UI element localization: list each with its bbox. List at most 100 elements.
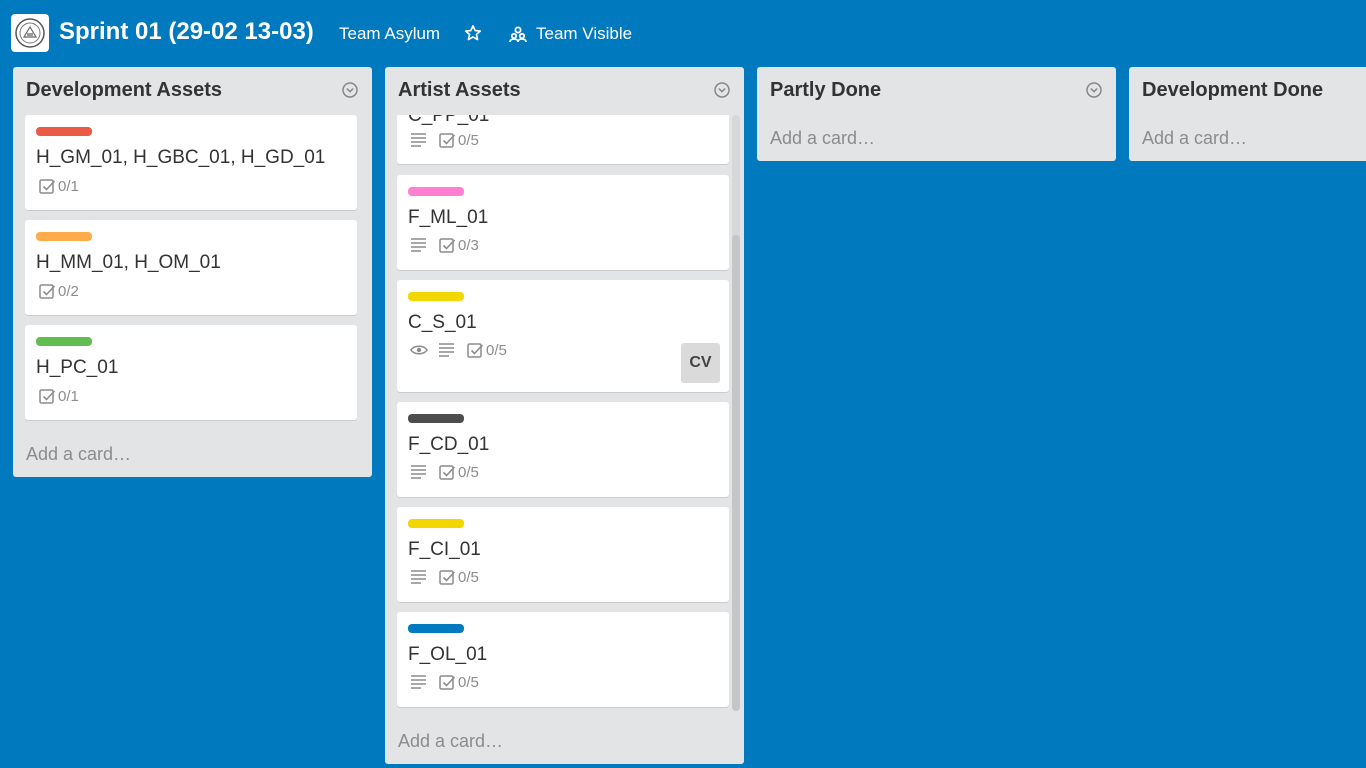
card-badges: 0/5 [410,568,479,586]
card[interactable]: F_ML_01 0/3 [397,175,729,270]
checklist-icon [39,389,56,404]
card-label [408,414,464,423]
card[interactable]: F_OL_01 0/5 [397,612,729,707]
checklist-icon [39,284,56,299]
checklist-icon [39,179,56,194]
card-label [408,187,464,196]
list-partly-done: Partly Done Add a card… [757,67,1116,161]
checklist-count: 0/2 [58,282,79,300]
member-avatar[interactable]: CV [681,343,720,383]
checklist-count: 0/5 [458,131,479,149]
checklist-badge: 0/2 [38,282,79,300]
checklist-count: 0/1 [58,387,79,405]
card-badges: 0/1 [38,177,79,195]
team-logo[interactable] [11,14,49,52]
scroll-thumb[interactable] [732,235,740,711]
checklist-count: 0/5 [458,463,479,481]
description-icon [411,465,426,479]
checklist-badge: 0/5 [438,673,479,691]
card[interactable]: H_PC_01 0/1 [25,325,357,420]
list-header: Development Done [1129,67,1366,113]
card-badges: 0/3 [410,236,479,254]
add-card-button[interactable]: Add a card… [26,444,131,465]
checklist-icon [439,675,456,690]
card-label [36,127,92,136]
checklist-badge: 0/5 [466,341,507,359]
board-title[interactable]: Sprint 01 (29-02 13-03) [59,18,314,46]
list-header: Development Assets [13,67,372,113]
checklist-icon [439,465,456,480]
checklist-icon [467,343,484,358]
checklist-badge: 0/5 [438,131,479,149]
card-label [36,337,92,346]
checklist-badge: 0/5 [438,568,479,586]
list-title[interactable]: Development Assets [26,79,222,102]
card-badges: 0/5 [410,673,479,691]
card-badges: 0/2 [38,282,79,300]
card[interactable]: C_S_01 0/5 CV [397,280,729,392]
checklist-icon [439,570,456,585]
card-title: F_ML_01 [408,207,489,228]
card-label [408,624,464,633]
list-title[interactable]: Partly Done [770,79,881,102]
checklist-count: 0/5 [458,568,479,586]
card[interactable]: C_PP_01 0/5 [397,115,729,164]
card[interactable]: F_CD_01 0/5 [397,402,729,497]
team-name-button[interactable]: Team Asylum [339,24,440,44]
card-label [36,232,92,241]
list-title[interactable]: Artist Assets [398,79,521,102]
chevron-down-icon[interactable] [1085,81,1103,99]
seal-icon [15,18,45,48]
checklist-badge: 0/3 [438,236,479,254]
list-scrollbar[interactable] [732,115,740,711]
checklist-count: 0/3 [458,236,479,254]
card-badges: 0/5 [410,131,479,149]
description-icon [439,343,454,357]
checklist-badge: 0/1 [38,177,79,195]
add-card-button[interactable]: Add a card… [398,731,503,752]
description-icon [411,570,426,584]
card-title: H_MM_01, H_OM_01 [36,252,221,273]
card-label [408,519,464,528]
checklist-badge: 0/1 [38,387,79,405]
checklist-count: 0/1 [58,177,79,195]
add-card-button[interactable]: Add a card… [1142,128,1247,149]
list-development-done: Development Done Add a card… [1129,67,1366,161]
chevron-down-icon[interactable] [713,81,731,99]
checklist-icon [439,133,456,148]
description-icon [411,675,426,689]
list-title[interactable]: Development Done [1142,79,1323,102]
card-title: F_OL_01 [408,644,488,665]
eye-icon [410,345,428,355]
card-label [408,292,464,301]
list-header: Partly Done [757,67,1116,113]
card-badges: 0/1 [38,387,79,405]
card-scroll-area: C_PP_01 0/5 F_ML_01 0/3 C_S_01 0/5 CV F_… [385,115,730,715]
board-header: Sprint 01 (29-02 13-03) Team Asylum Team… [0,0,1366,66]
card-badges: 0/5 [410,341,507,359]
checklist-count: 0/5 [458,673,479,691]
card[interactable]: H_MM_01, H_OM_01 0/2 [25,220,357,315]
chevron-down-icon[interactable] [341,81,359,99]
list-artist-assets: Artist Assets C_PP_01 0/5 F_ML_01 0/3 C_… [385,67,744,764]
card-title: F_CI_01 [408,539,481,560]
list-header: Artist Assets [385,67,744,113]
card-title: C_PP_01 [408,115,490,126]
card-title: H_GM_01, H_GBC_01, H_GD_01 [36,147,326,168]
team-icon [509,26,527,42]
card-title: H_PC_01 [36,357,119,378]
visibility-button[interactable]: Team Visible [509,24,632,44]
description-icon [411,238,426,252]
checklist-icon [439,238,456,253]
card[interactable]: H_GM_01, H_GBC_01, H_GD_01 0/1 [25,115,357,210]
card-badges: 0/5 [410,463,479,481]
card-title: C_S_01 [408,312,477,333]
add-card-button[interactable]: Add a card… [770,128,875,149]
description-icon [411,133,426,147]
visibility-label: Team Visible [536,24,633,43]
checklist-badge: 0/5 [438,463,479,481]
checklist-count: 0/5 [486,341,507,359]
card[interactable]: F_CI_01 0/5 [397,507,729,602]
star-icon[interactable] [463,22,483,44]
list-development-assets: Development Assets H_GM_01, H_GBC_01, H_… [13,67,372,477]
